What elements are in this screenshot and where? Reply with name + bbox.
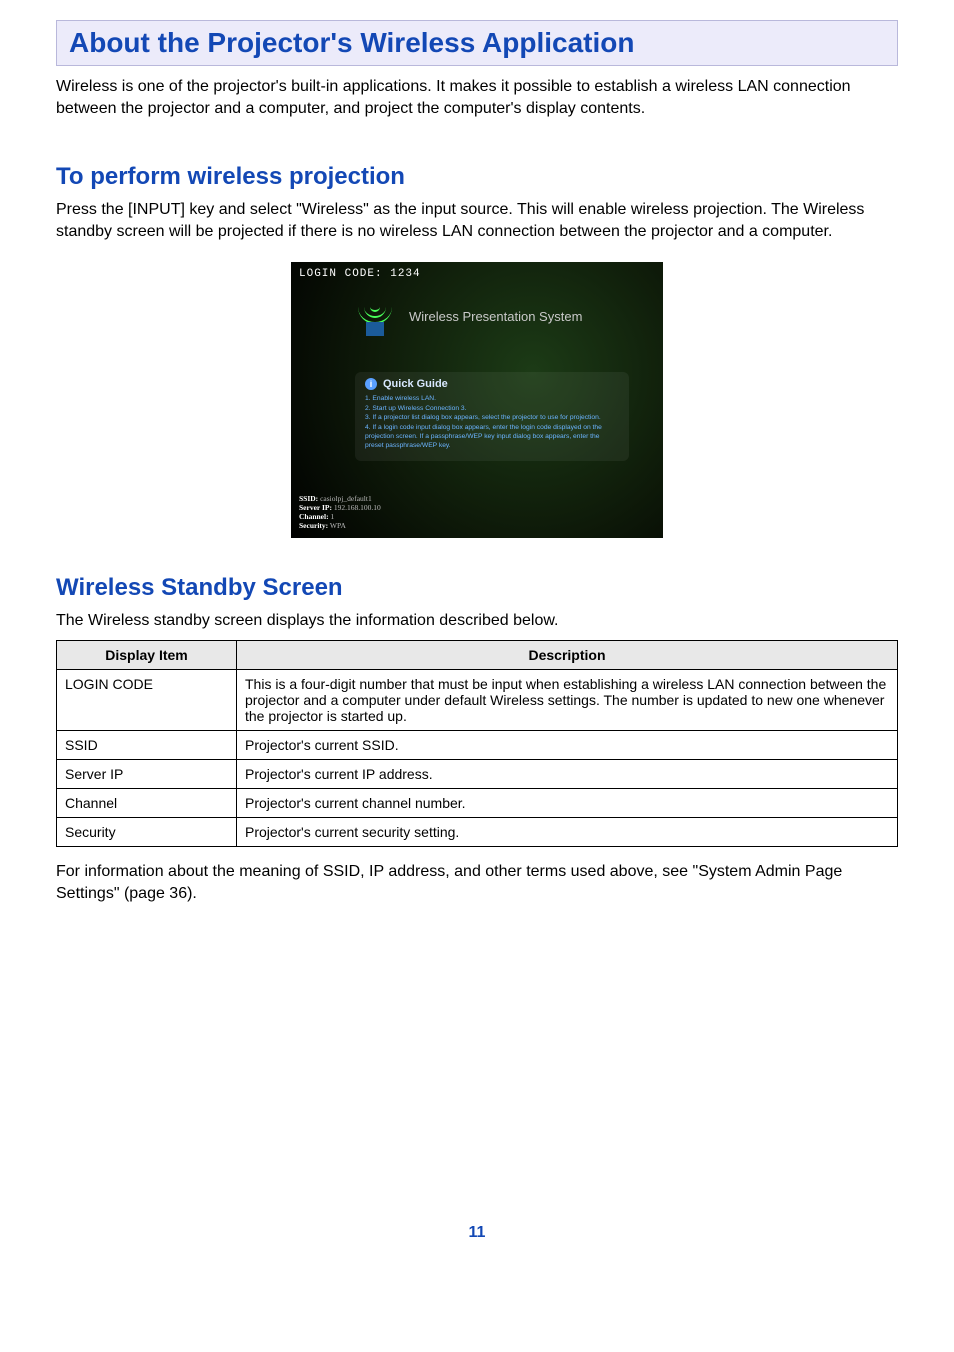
page-number: 11 xyxy=(56,1224,898,1242)
intro-paragraph: Wireless is one of the projector's built… xyxy=(56,76,898,119)
table-row: Server IP Projector's current IP address… xyxy=(57,759,898,788)
table-cell-desc: Projector's current IP address. xyxy=(237,759,898,788)
info-icon: i xyxy=(365,378,377,390)
table-row: SSID Projector's current SSID. xyxy=(57,730,898,759)
quick-guide-label: Quick Guide xyxy=(383,378,448,390)
table-cell-item: SSID xyxy=(57,730,237,759)
screenshot-quick-guide: i Quick Guide 1. Enable wireless LAN. 2.… xyxy=(355,372,629,460)
screenshot-login-code: LOGIN CODE: 1234 xyxy=(299,268,421,280)
section-standby-intro: The Wireless standby screen displays the… xyxy=(56,610,898,632)
quick-guide-step: 2. Start up Wireless Connection 3. xyxy=(365,404,619,413)
quick-guide-step: 4. If a login code input dialog box appe… xyxy=(365,423,619,451)
table-row: LOGIN CODE This is a four-digit number t… xyxy=(57,669,898,730)
section-standby-title: Wireless Standby Screen xyxy=(56,574,898,602)
screenshot-system-title: Wireless Presentation System xyxy=(409,309,582,324)
quick-guide-step: 3. If a projector list dialog box appear… xyxy=(365,413,619,422)
table-cell-desc: Projector's current security setting. xyxy=(237,817,898,846)
table-cell-desc: This is a four-digit number that must be… xyxy=(237,669,898,730)
table-row: Channel Projector's current channel numb… xyxy=(57,788,898,817)
table-cell-item: LOGIN CODE xyxy=(57,669,237,730)
hero-title: About the Projector's Wireless Applicati… xyxy=(69,27,885,59)
hero-heading-band: About the Projector's Wireless Applicati… xyxy=(56,20,898,66)
section-perform-title: To perform wireless projection xyxy=(56,163,898,191)
wifi-icon xyxy=(355,296,395,336)
table-cell-desc: Projector's current channel number. xyxy=(237,788,898,817)
section-perform-body: Press the [INPUT] key and select "Wirele… xyxy=(56,199,898,242)
table-row: Security Projector's current security se… xyxy=(57,817,898,846)
standby-info-table: Display Item Description LOGIN CODE This… xyxy=(56,640,898,847)
table-cell-desc: Projector's current SSID. xyxy=(237,730,898,759)
standby-screenshot: LOGIN CODE: 1234 Wireless Presentation S… xyxy=(56,262,898,538)
section-standby-outro: For information about the meaning of SSI… xyxy=(56,861,898,904)
table-cell-item: Security xyxy=(57,817,237,846)
table-cell-item: Server IP xyxy=(57,759,237,788)
table-cell-item: Channel xyxy=(57,788,237,817)
quick-guide-step: 1. Enable wireless LAN. xyxy=(365,394,619,403)
table-head-item: Display Item xyxy=(57,640,237,669)
screenshot-network-info: SSID: casiolpj_default1 Server IP: 192.1… xyxy=(299,494,381,530)
table-head-desc: Description xyxy=(237,640,898,669)
